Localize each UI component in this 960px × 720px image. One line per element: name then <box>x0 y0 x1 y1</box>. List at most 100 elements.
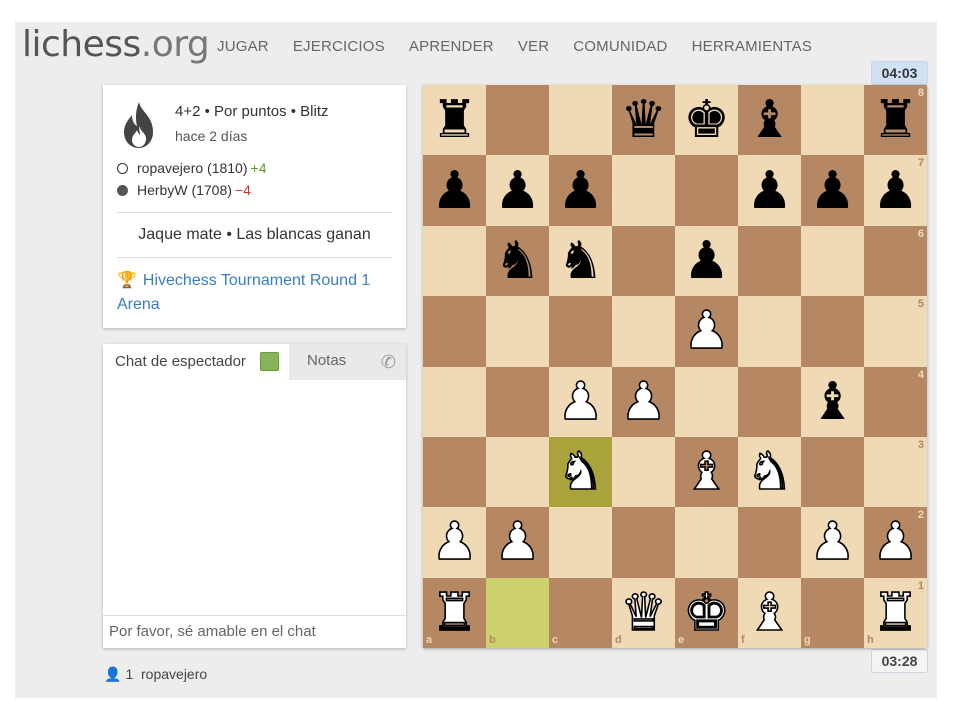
square-d6[interactable] <box>612 225 675 297</box>
square-c6[interactable]: ♞ <box>549 225 612 297</box>
square-h8[interactable]: ♜ 8 <box>864 85 927 156</box>
square-d7[interactable] <box>612 155 675 226</box>
square-h3[interactable]: 3 <box>864 436 927 508</box>
nav-ver[interactable]: VER <box>518 38 549 55</box>
nav-ejercicios[interactable]: EJERCICIOS <box>293 38 385 55</box>
black-pawn-icon[interactable]: ♟ <box>746 165 793 217</box>
square-c7[interactable]: ♟ <box>549 155 612 226</box>
square-d8[interactable]: ♛ <box>612 85 675 156</box>
black-pawn-icon[interactable]: ♟ <box>494 165 541 217</box>
square-h7[interactable]: ♟ 7 <box>864 155 927 226</box>
white-pawn-icon[interactable]: ♟ <box>430 516 478 570</box>
black-pawn-icon[interactable]: ♟ <box>683 235 730 287</box>
square-h4[interactable]: 4 <box>864 366 927 437</box>
black-bishop-icon[interactable]: ♝ <box>809 376 856 428</box>
white-bishop-icon[interactable]: ♝ <box>745 586 793 640</box>
square-h5[interactable]: 5 <box>864 296 927 367</box>
square-e5[interactable]: ♟ <box>675 296 738 367</box>
black-queen-icon[interactable]: ♛ <box>620 94 667 146</box>
square-g4[interactable]: ♝ <box>801 366 864 437</box>
square-e6[interactable]: ♟ <box>675 225 738 297</box>
square-c5[interactable] <box>549 296 612 367</box>
tab-spectator-chat[interactable]: Chat de espectador <box>103 344 289 380</box>
square-a8[interactable]: ♜ <box>423 85 486 156</box>
black-bishop-icon[interactable]: ♝ <box>746 94 793 146</box>
square-c8[interactable] <box>549 85 612 156</box>
square-a6[interactable] <box>423 225 486 297</box>
square-h6[interactable]: 6 <box>864 225 927 297</box>
square-e8[interactable]: ♚ <box>675 85 738 156</box>
square-g7[interactable]: ♟ <box>801 155 864 226</box>
square-b4[interactable] <box>486 366 549 437</box>
square-g6[interactable] <box>801 225 864 297</box>
square-f6[interactable] <box>738 225 801 297</box>
square-g1[interactable]: g <box>801 577 864 648</box>
square-e3[interactable]: ♝ <box>675 436 738 508</box>
square-f3[interactable]: ♞ <box>738 436 801 508</box>
square-a4[interactable] <box>423 366 486 437</box>
square-f4[interactable] <box>738 366 801 437</box>
square-d3[interactable] <box>612 436 675 508</box>
square-a5[interactable] <box>423 296 486 367</box>
white-player[interactable]: ropavejero (1810) +4 <box>117 160 266 176</box>
chess-board[interactable]: ♜ ♛ ♚ ♝ ♜ 8 ♟ ♟ ♟ ♟ ♟ ♟ 7 ♞ ♞ ♟ 6 ♟ 5 ♟ ♟ ♝ 4 ♞ ♝ ♞ 3 ♟ ♟ ♟ ♟ 2 ♜ a b c ♛ d ♚ e… <box>423 85 927 648</box>
black-pawn-icon[interactable]: ♟ <box>872 165 919 217</box>
square-d4[interactable]: ♟ <box>612 366 675 437</box>
white-queen-icon[interactable]: ♛ <box>619 586 667 640</box>
white-pawn-icon[interactable]: ♟ <box>682 305 730 359</box>
square-e4[interactable] <box>675 366 738 437</box>
square-c4[interactable]: ♟ <box>549 366 612 437</box>
white-rook-icon[interactable]: ♜ <box>430 586 478 640</box>
black-player[interactable]: HerbyW (1708) −4 <box>117 182 251 198</box>
white-pawn-icon[interactable]: ♟ <box>871 516 919 570</box>
site-logo[interactable]: lichess.org <box>22 24 210 65</box>
white-pawn-icon[interactable]: ♟ <box>808 516 856 570</box>
white-bishop-icon[interactable]: ♝ <box>682 445 730 499</box>
square-c3[interactable]: ♞ <box>549 436 612 508</box>
square-f5[interactable] <box>738 296 801 367</box>
square-g2[interactable]: ♟ <box>801 507 864 578</box>
black-rook-icon[interactable]: ♜ <box>872 94 919 146</box>
square-b6[interactable]: ♞ <box>486 225 549 297</box>
black-knight-icon[interactable]: ♞ <box>494 235 541 287</box>
square-b1[interactable]: b <box>486 577 549 648</box>
square-c1[interactable]: c <box>549 577 612 648</box>
square-b2[interactable]: ♟ <box>486 507 549 578</box>
nav-jugar[interactable]: JUGAR <box>217 38 269 55</box>
square-b3[interactable] <box>486 436 549 508</box>
square-a3[interactable] <box>423 436 486 508</box>
white-pawn-icon[interactable]: ♟ <box>556 375 604 429</box>
white-pawn-icon[interactable]: ♟ <box>619 375 667 429</box>
square-a2[interactable]: ♟ <box>423 507 486 578</box>
square-f8[interactable]: ♝ <box>738 85 801 156</box>
nav-aprender[interactable]: APRENDER <box>409 38 494 55</box>
white-knight-icon[interactable]: ♞ <box>556 445 604 499</box>
square-e7[interactable] <box>675 155 738 226</box>
white-knight-icon[interactable]: ♞ <box>745 445 793 499</box>
white-pawn-icon[interactable]: ♟ <box>493 516 541 570</box>
nav-comunidad[interactable]: COMUNIDAD <box>573 38 667 55</box>
square-d2[interactable] <box>612 507 675 578</box>
square-a1[interactable]: ♜ a <box>423 577 486 648</box>
square-h1[interactable]: ♜ 1 h <box>864 577 927 648</box>
square-g5[interactable] <box>801 296 864 367</box>
tournament-link[interactable]: 🏆 Hivechess Tournament Round 1 Arena <box>117 269 387 317</box>
tab-notes[interactable]: Notas ✆ <box>289 344 406 380</box>
square-f1[interactable]: ♝ f <box>738 577 801 648</box>
black-knight-icon[interactable]: ♞ <box>557 235 604 287</box>
square-g8[interactable] <box>801 85 864 156</box>
square-a7[interactable]: ♟ <box>423 155 486 226</box>
square-d1[interactable]: ♛ d <box>612 577 675 648</box>
square-e2[interactable] <box>675 507 738 578</box>
square-d5[interactable] <box>612 296 675 367</box>
phone-icon[interactable]: ✆ <box>381 352 396 373</box>
white-king-icon[interactable]: ♚ <box>682 586 730 640</box>
square-g3[interactable] <box>801 436 864 508</box>
spectator-name[interactable]: ropavejero <box>141 666 207 682</box>
square-f7[interactable]: ♟ <box>738 155 801 226</box>
square-e1[interactable]: ♚ e <box>675 577 738 648</box>
chat-input[interactable]: Por favor, sé amable en el chat <box>103 615 406 648</box>
black-pawn-icon[interactable]: ♟ <box>557 165 604 217</box>
square-h2[interactable]: ♟ 2 <box>864 507 927 578</box>
chat-toggle-checkbox[interactable] <box>260 352 279 371</box>
